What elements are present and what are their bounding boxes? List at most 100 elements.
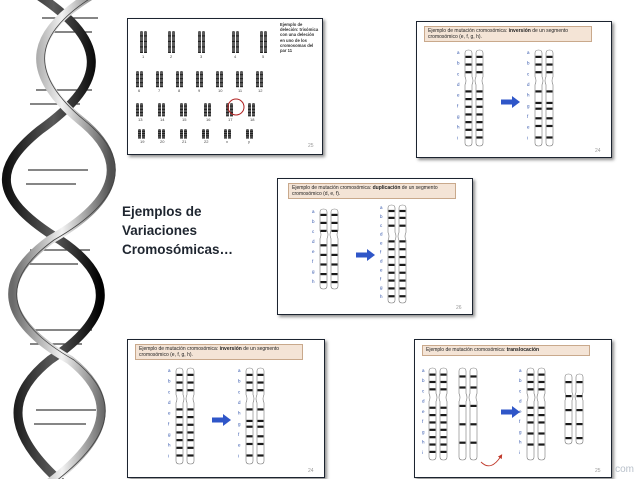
karyotype-pair-number: 18 xyxy=(250,117,255,122)
karyotype-pair: 9 xyxy=(196,71,203,93)
svg-text:b: b xyxy=(519,378,522,383)
chromosome-b-translocated xyxy=(564,373,584,445)
karyotype-pair: 12 xyxy=(256,71,263,93)
mutation-arrow xyxy=(356,249,375,261)
inversion-panel-bottom: Ejemplo de mutación cromosómica: inversi… xyxy=(127,339,325,478)
karyotype-pair-number: 19 xyxy=(140,139,145,144)
karyotype-chromosomes: 1 2 3 4 56 7 8 9 10 11 1213 14 15 16 17 1819 20 21 22 x y xyxy=(136,31,267,144)
karyotype-pair: 16 xyxy=(204,103,211,122)
chromosome-inverted xyxy=(245,367,265,465)
svg-text:a: a xyxy=(422,368,425,373)
svg-text:e: e xyxy=(380,241,383,246)
karyotype-pair-number: 14 xyxy=(160,117,165,122)
svg-text:f: f xyxy=(422,419,424,424)
karyotype-pair: 11 xyxy=(236,71,243,93)
inversion-top-title-bold: inversión xyxy=(508,28,531,34)
karyotype-pair: 7 xyxy=(156,71,163,93)
karyotype-pair-number: 4 xyxy=(234,54,237,59)
karyotype-pair: 2 xyxy=(168,31,175,59)
svg-text:g: g xyxy=(527,103,530,108)
caption-line-2: Variaciones xyxy=(122,223,198,238)
karyotype-pair-number: 9 xyxy=(198,88,201,93)
karyotype-pair-number: 2 xyxy=(170,54,173,59)
watermark: com xyxy=(615,464,634,475)
svg-text:h: h xyxy=(519,440,522,445)
svg-text:g: g xyxy=(238,421,241,426)
mutation-arrow xyxy=(501,96,520,108)
svg-text:f: f xyxy=(312,259,314,264)
svg-text:b: b xyxy=(527,61,530,66)
inversion-bottom-page-number: 24 xyxy=(308,468,314,474)
svg-text:f: f xyxy=(527,114,529,119)
svg-text:h: h xyxy=(527,93,530,98)
translocation-figure: abcdefghiabcdefghi 25 xyxy=(422,367,601,474)
karyotype-pair: x xyxy=(224,129,231,144)
karyotype-pair-number: 5 xyxy=(262,54,265,59)
inversion-bottom-title-bold: inversión xyxy=(219,346,242,352)
svg-text:f: f xyxy=(519,419,521,424)
svg-text:e: e xyxy=(422,409,425,414)
karyotype-pair: 5 xyxy=(260,31,267,59)
svg-text:i: i xyxy=(457,135,458,140)
karyotype-note: Ejemplo de deleción: trisómica con una d… xyxy=(280,22,319,54)
svg-text:h: h xyxy=(457,125,460,130)
inversion-bottom-figure: abcdefghiabcdhgfei 24 xyxy=(168,367,314,474)
karyotype-pair-number: 22 xyxy=(204,139,209,144)
svg-text:d: d xyxy=(519,399,522,404)
karyotype-pair: 13 xyxy=(136,103,143,122)
chromosome-b xyxy=(458,367,478,461)
svg-text:a: a xyxy=(519,368,522,373)
svg-text:f: f xyxy=(380,250,382,255)
svg-text:e: e xyxy=(380,267,383,272)
svg-text:b: b xyxy=(168,379,171,384)
karyotype-pair: 8 xyxy=(176,71,183,93)
karyotype-pair: 6 xyxy=(136,71,143,93)
inversion-panel-top: Ejemplo de mutación cromosómica: inversi… xyxy=(416,21,612,158)
svg-text:g: g xyxy=(168,432,171,437)
chromosome-a-translocated xyxy=(526,367,546,461)
svg-text:d: d xyxy=(312,239,315,244)
translocation-panel: Ejemplo de mutación cromosómica: translo… xyxy=(414,339,612,478)
svg-text:f: f xyxy=(380,276,382,281)
svg-text:c: c xyxy=(238,389,241,394)
svg-text:c: c xyxy=(312,229,315,234)
svg-text:a: a xyxy=(380,205,383,210)
svg-text:a: a xyxy=(457,50,460,55)
duplication-title-line2: cromosómico (d, e, f). xyxy=(292,191,341,197)
svg-text:a: a xyxy=(238,368,241,373)
karyotype-pair: 1 xyxy=(140,31,147,59)
svg-text:c: c xyxy=(457,71,460,76)
caption-line-1: Ejemplos de xyxy=(122,204,202,219)
svg-text:d: d xyxy=(380,232,383,237)
svg-text:g: g xyxy=(422,429,425,434)
karyotype-pair-number: 16 xyxy=(206,117,211,122)
svg-text:c: c xyxy=(380,223,383,228)
duplication-page-number: 26 xyxy=(456,305,462,311)
caption-line-3: Cromosómicas… xyxy=(122,242,234,257)
translocation-title-prefix: Ejemplo de mutación cromosómica: xyxy=(426,347,507,353)
svg-text:b: b xyxy=(380,214,383,219)
karyotype-pair: 19 xyxy=(138,129,145,144)
chromosome-original xyxy=(319,208,339,290)
svg-text:c: c xyxy=(168,389,171,394)
svg-text:d: d xyxy=(422,399,425,404)
svg-text:e: e xyxy=(527,125,530,130)
karyotype-pair-number: 11 xyxy=(238,88,243,93)
band-labels-original: a bc d ef g hi xyxy=(168,368,171,458)
svg-text:e: e xyxy=(457,93,460,98)
translocation-title: Ejemplo de mutación cromosómica: translo… xyxy=(422,345,590,356)
inversion-top-page-number: 24 xyxy=(595,148,601,154)
karyotype-pair: 21 xyxy=(180,129,187,144)
karyotype-pair: 10 xyxy=(216,71,223,93)
inversion-top-title-suffix: de un segmento xyxy=(530,28,569,34)
karyotype-page-number: 25 xyxy=(308,143,314,149)
karyotype-pair-number: x xyxy=(226,139,228,144)
chromosome-inverted xyxy=(534,49,554,147)
karyotype-pair-number: 13 xyxy=(138,117,143,122)
svg-text:d: d xyxy=(527,82,530,87)
karyotype-panel: 1 2 3 4 5 6 7 8 9 10 11 12 13 14 15 16 17 18 19 20 21 22 x y 25… xyxy=(127,18,323,155)
karyotype-pair: 3 xyxy=(198,31,205,59)
svg-text:g: g xyxy=(457,114,460,119)
karyotype-pair-number: 8 xyxy=(178,88,181,93)
svg-text:e: e xyxy=(312,249,315,254)
